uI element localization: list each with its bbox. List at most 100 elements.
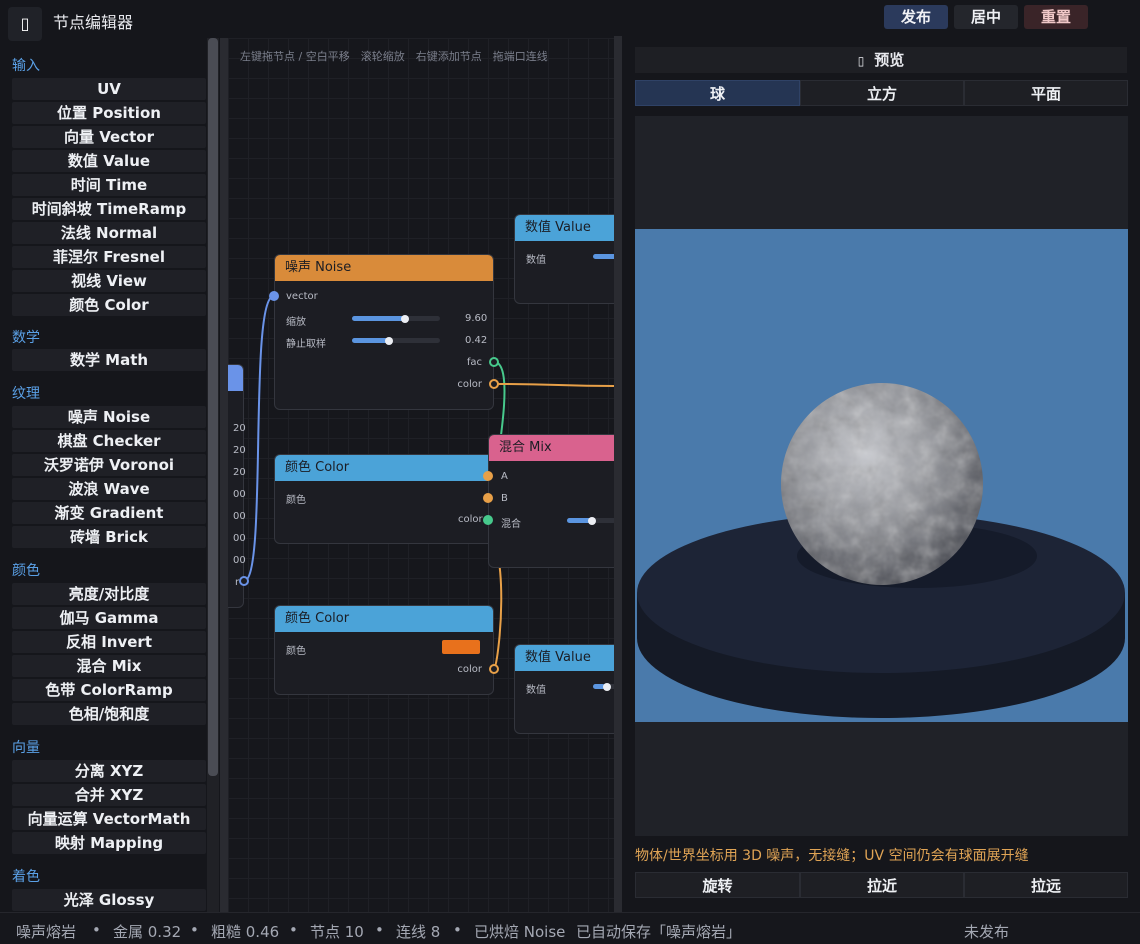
palette-item-math[interactable]: 数学 Math [12, 349, 206, 371]
palette-scrollbar-thumb[interactable] [208, 38, 218, 776]
palette-item-gradient[interactable]: 渐变 Gradient [12, 502, 206, 524]
palette-item-color[interactable]: 颜色 Color [12, 294, 206, 316]
noise-vector-label: vector [286, 291, 318, 302]
palette-item-combine-xyz[interactable]: 合并 XYZ [12, 784, 206, 806]
palette-item-uv[interactable]: UV [12, 78, 206, 100]
status-saved: 已自动保存「噪声熔岩」 [576, 923, 742, 941]
preview-render [635, 229, 1128, 722]
noise-color-label: color [457, 379, 482, 390]
zoom-out-button[interactable]: 拉远 [964, 872, 1128, 898]
status-metal: 金属 0.32 [113, 923, 182, 941]
node-mix-header[interactable]: 混合 Mix [489, 435, 614, 461]
panel-divider[interactable] [614, 36, 622, 912]
value-1-slider[interactable] [593, 254, 614, 259]
status-links: 连线 8 [396, 923, 441, 941]
palette-item-vectormath[interactable]: 向量运算 VectorMath [12, 808, 206, 830]
palette-item-time[interactable]: 时间 Time [12, 174, 206, 196]
palette-item-normal[interactable]: 法线 Normal [12, 222, 206, 244]
palette-category-shading: 着色 [12, 869, 40, 885]
node-palette: 输入 UV 位置 Position 向量 Vector 数值 Value 时间 … [0, 52, 208, 914]
palette-item-invert[interactable]: 反相 Invert [12, 631, 206, 653]
canvas-left-edge [220, 38, 228, 912]
palette-item-voronoi[interactable]: 沃罗诺伊 Voronoi [12, 454, 206, 476]
palette-item-vector[interactable]: 向量 Vector [12, 126, 206, 148]
publish-button[interactable]: 发布 [884, 5, 948, 29]
reset-button[interactable]: 重置 [1024, 5, 1088, 29]
palette-item-hue-saturation[interactable]: 色相/饱和度 [12, 703, 206, 725]
palette-item-mix[interactable]: 混合 Mix [12, 655, 206, 677]
node-value-1[interactable]: 数值 Value 数值 [514, 214, 614, 304]
node-value-1-header[interactable]: 数值 Value [515, 215, 614, 241]
center-button[interactable]: 居中 [954, 5, 1018, 29]
noise-rest-slider[interactable] [352, 336, 440, 345]
noise-scale-label: 缩放 [286, 317, 306, 328]
node-partial-value: 20 [233, 423, 246, 434]
palette-item-noise[interactable]: 噪声 Noise [12, 406, 206, 428]
node-partial-value: 00 [233, 555, 246, 566]
node-mix[interactable]: 混合 Mix A B 混合 [488, 434, 614, 568]
shape-tab-cube[interactable]: 立方 [800, 80, 964, 106]
noise-scale-value: 9.60 [465, 313, 488, 324]
status-rough: 粗糙 0.46 [211, 923, 280, 941]
status-bar: 噪声熔岩 • 金属 0.32 • 粗糙 0.46 • 节点 10 • 连线 8 … [0, 912, 1140, 944]
node-color-2-header[interactable]: 颜色 Color [275, 606, 493, 632]
palette-item-glossy[interactable]: 光泽 Glossy [12, 889, 206, 911]
palette-item-gamma[interactable]: 伽马 Gamma [12, 607, 206, 629]
mix-a-label: A [501, 471, 508, 482]
palette-item-checker[interactable]: 棋盘 Checker [12, 430, 206, 452]
status-baked: 已烘焙 Noise [474, 923, 566, 941]
value-2-slider[interactable] [593, 682, 614, 691]
palette-item-brightness-contrast[interactable]: 亮度/对比度 [12, 583, 206, 605]
color-2-output-port[interactable] [489, 664, 499, 674]
node-color-1[interactable]: 颜色 Color 颜色 [274, 454, 494, 544]
palette-item-wave[interactable]: 波浪 Wave [12, 478, 206, 500]
noise-vector-port[interactable] [269, 291, 279, 301]
color-1-output-label: color [458, 514, 483, 525]
node-value-2-header[interactable]: 数值 Value [515, 645, 614, 671]
noise-fac-port[interactable] [489, 357, 499, 367]
zoom-in-button[interactable]: 拉近 [800, 872, 964, 898]
palette-item-position[interactable]: 位置 Position [12, 102, 206, 124]
palette-item-timeramp[interactable]: 时间斜坡 TimeRamp [12, 198, 206, 220]
node-partial-value: 00 [233, 533, 246, 544]
app-glyph-icon[interactable]: ▯ [8, 7, 42, 41]
status-material: 噪声熔岩 [16, 923, 77, 941]
status-separator: • [453, 921, 462, 939]
shape-tab-sphere[interactable]: 球 [635, 80, 800, 106]
mix-b-port[interactable] [483, 493, 493, 503]
shape-tab-plane[interactable]: 平面 [964, 80, 1128, 106]
palette-item-view[interactable]: 视线 View [12, 270, 206, 292]
mix-factor-port[interactable] [483, 515, 493, 525]
palette-item-colorramp[interactable]: 色带 ColorRamp [12, 679, 206, 701]
mix-b-label: B [501, 493, 508, 504]
palette-item-brick[interactable]: 砖墙 Brick [12, 526, 206, 548]
status-nodes: 节点 10 [310, 923, 364, 941]
node-partial[interactable]: 20 20 20 00 00 00 00 r [228, 364, 246, 608]
node-color-1-header[interactable]: 颜色 Color [275, 455, 493, 481]
node-partial-header [228, 365, 243, 391]
node-color-2[interactable]: 颜色 Color 颜色 color [274, 605, 494, 695]
palette-category-vector: 向量 [12, 740, 40, 756]
wire-vector [243, 295, 275, 582]
wire-noise-color [493, 383, 614, 387]
palette-item-value[interactable]: 数值 Value [12, 150, 206, 172]
node-canvas[interactable]: 左键拖节点 / 空白平移 滚轮缩放 右键添加节点 拖端口连线 20 20 20 … [228, 38, 614, 912]
palette-item-fresnel[interactable]: 菲涅尔 Fresnel [12, 246, 206, 268]
preview-note: 物体/世界坐标用 3D 噪声，无接缝；UV 空间仍会有球面展开缝 [635, 848, 1029, 864]
preview-header: ▯ 预览 [635, 47, 1127, 73]
noise-color-port[interactable] [489, 379, 499, 389]
mix-a-port[interactable] [483, 471, 493, 481]
rotate-button[interactable]: 旋转 [635, 872, 800, 898]
node-noise[interactable]: 噪声 Noise vector 缩放 9.60 静止取样 0.42 fac co… [274, 254, 494, 410]
preview-viewport[interactable] [635, 116, 1128, 836]
node-noise-header[interactable]: 噪声 Noise [275, 255, 493, 281]
noise-scale-slider[interactable] [352, 314, 440, 323]
value-2-label: 数值 [526, 685, 546, 696]
palette-item-mapping[interactable]: 映射 Mapping [12, 832, 206, 854]
node-value-2[interactable]: 数值 Value 数值 [514, 644, 614, 734]
color-2-swatch[interactable] [442, 640, 480, 654]
status-publish-state: 未发布 [964, 923, 1010, 941]
palette-item-separate-xyz[interactable]: 分离 XYZ [12, 760, 206, 782]
partial-output-port[interactable] [239, 576, 249, 586]
mix-factor-slider[interactable] [567, 516, 614, 525]
